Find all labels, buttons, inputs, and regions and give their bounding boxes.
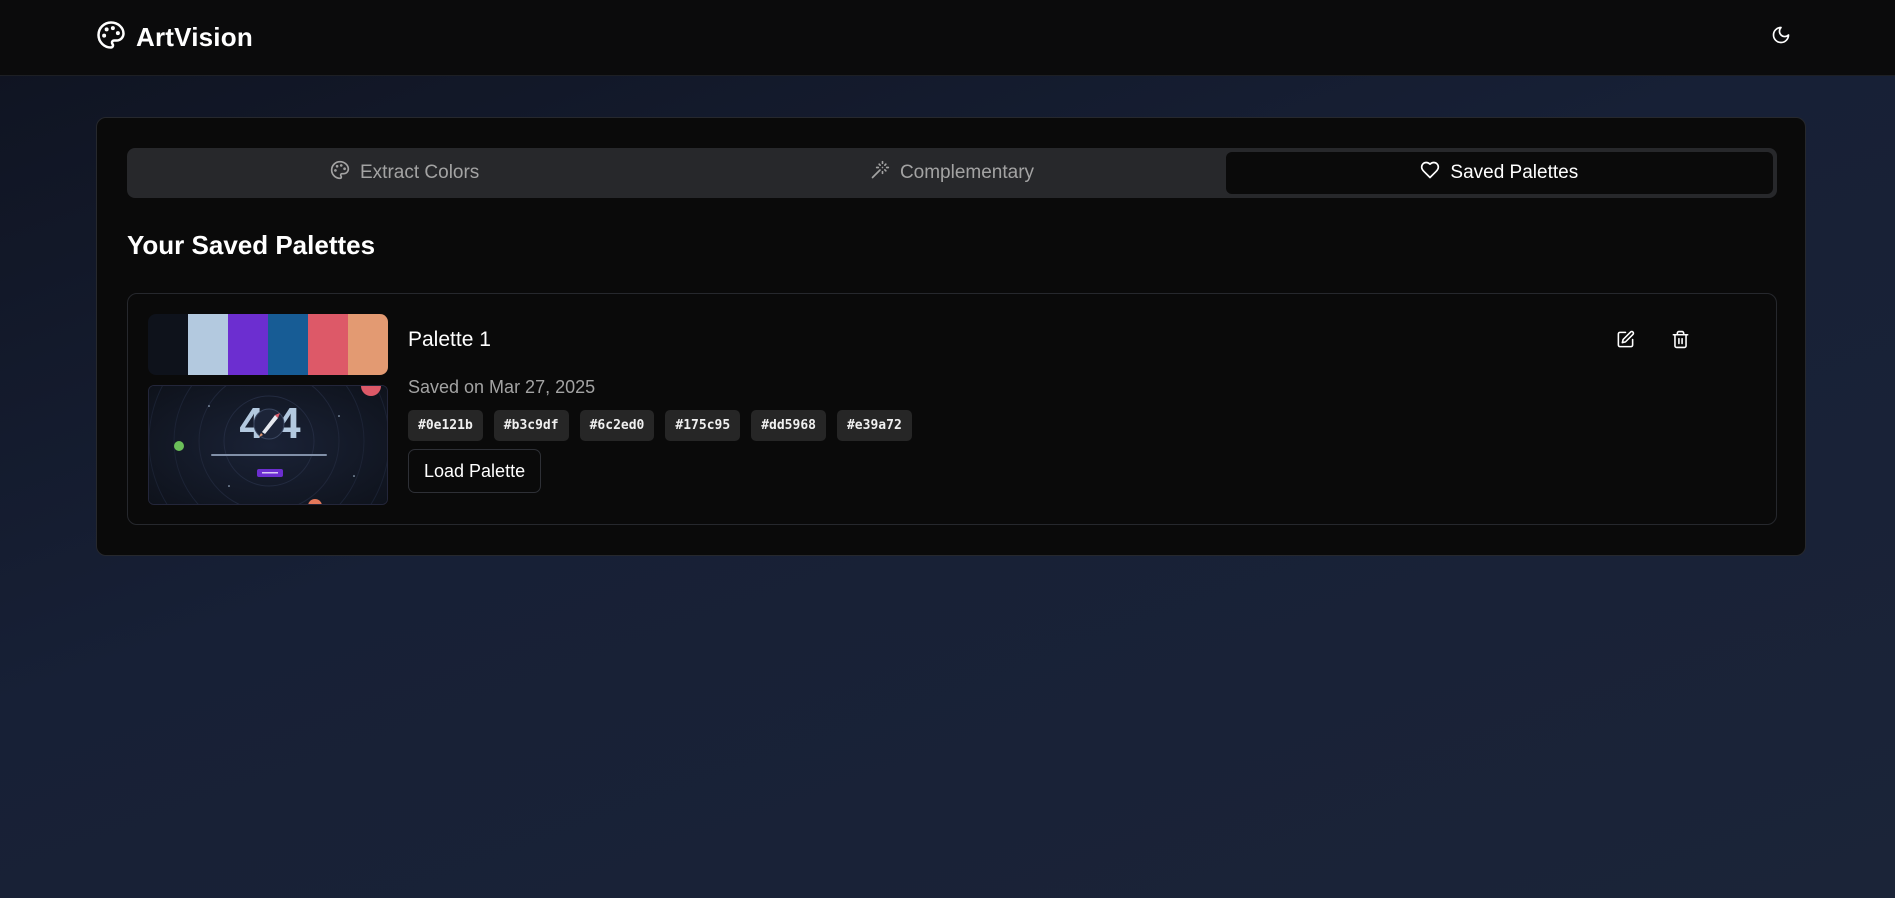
hex-code-chip[interactable]: #0e121b [408,410,483,441]
tab-extract-colors[interactable]: Extract Colors [131,152,678,194]
section-title: Your Saved Palettes [127,230,376,260]
hex-code-chip[interactable]: #e39a72 [836,410,912,441]
moon-icon [1771,25,1791,50]
palette-card: 4 4 Palette 1 Saved on Mar 27, 2025 #0e1… [127,293,1777,525]
tab-complementary[interactable]: Complementary [678,152,1225,194]
tab-saved-palettes[interactable]: Saved Palettes [1225,152,1773,194]
tab-bar: Extract Colors Complementary Saved Palet… [127,148,1777,198]
edit-icon [1616,330,1635,354]
main-card: Extract Colors Complementary Saved Palet… [96,117,1806,556]
app-name: ArtVision [136,21,253,52]
hex-code-chip[interactable]: #b3c9df [493,410,569,441]
tab-label: Complementary [899,162,1035,183]
color-swatch [188,314,228,375]
saved-date: Saved on Mar 27, 2025 [408,377,596,397]
palette-name: Palette 1 [408,328,491,351]
palette-icon [96,20,126,55]
hex-code-chip[interactable]: #175c95 [665,410,741,441]
source-image-thumbnail: 4 4 [148,385,388,505]
hex-code-chip[interactable]: #dd5968 [751,410,826,441]
color-swatch-strip [148,314,388,375]
palette-icon [330,160,350,186]
load-palette-button[interactable]: Load Palette [408,449,542,493]
color-swatch [348,314,388,375]
color-swatch [268,314,308,375]
heart-icon [1420,160,1440,186]
edit-palette-button[interactable] [1609,326,1641,358]
tab-label: Extract Colors [360,162,480,183]
hex-code-list: #0e121b #b3c9df #6c2ed0 #175c95 #dd5968 … [408,410,912,441]
trash-icon [1671,330,1690,354]
color-swatch [228,314,268,375]
delete-palette-button[interactable] [1664,326,1696,358]
tab-label: Saved Palettes [1450,162,1579,183]
color-swatch [148,314,188,375]
wand-icon [870,160,890,186]
color-swatch [308,314,348,375]
theme-toggle-button[interactable] [1766,22,1796,52]
brand[interactable]: ArtVision [96,20,253,54]
top-bar: ArtVision [0,0,1895,76]
hex-code-chip[interactable]: #6c2ed0 [579,410,655,441]
